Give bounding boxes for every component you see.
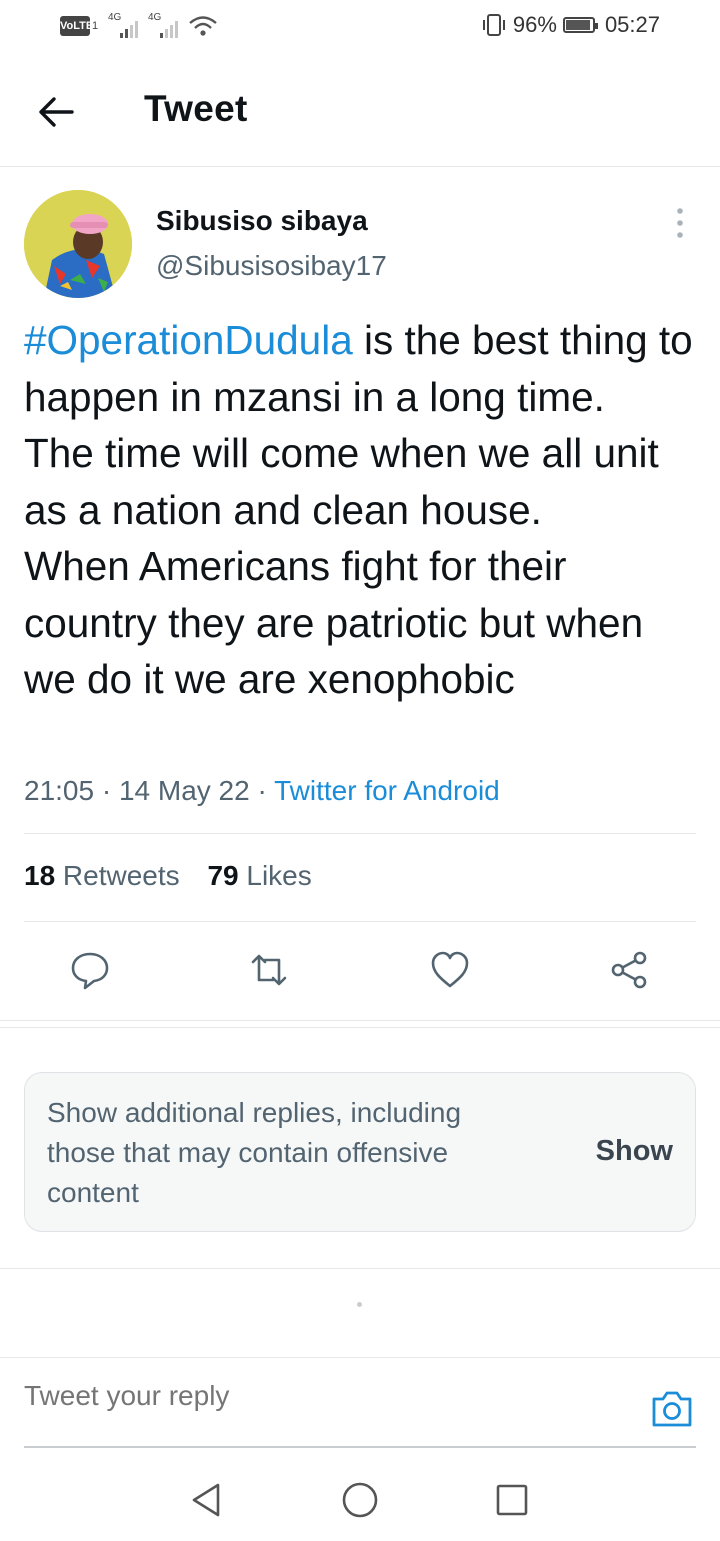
like-label: Likes <box>238 860 312 891</box>
battery-percent: 96% <box>512 12 557 37</box>
home-circle-icon[interactable] <box>340 1480 380 1520</box>
avatar-image <box>24 190 132 298</box>
more-options-icon[interactable] <box>670 206 690 240</box>
likes-stat[interactable]: 79 Likes <box>207 860 311 891</box>
recents-square-icon[interactable] <box>492 1480 532 1520</box>
reply-underline <box>24 1446 696 1448</box>
status-right: 96% 05:27 <box>481 12 660 38</box>
battery-icon <box>562 17 598 33</box>
camera-icon[interactable] <box>650 1388 694 1430</box>
section-separator <box>0 1020 720 1028</box>
arrow-left-icon[interactable] <box>36 92 76 132</box>
app-header: Tweet <box>0 56 720 167</box>
status-bar: VoLTE 1 4G 4G 96% 05:27 <box>0 0 720 56</box>
tweet-source-link[interactable]: Twitter for Android <box>274 775 500 806</box>
divider <box>0 1357 720 1358</box>
like-icon[interactable] <box>430 950 470 990</box>
tweet-text-part3: When Americans fight for their country t… <box>24 543 644 702</box>
like-count: 79 <box>207 860 239 891</box>
back-triangle-icon[interactable] <box>186 1480 226 1520</box>
tweet-meta: 21:05 · 14 May 22 · Twitter for Android <box>24 775 500 807</box>
vibrate-icon <box>482 14 505 36</box>
reply-input[interactable] <box>24 1380 624 1412</box>
retweet-count: 18 <box>24 860 56 891</box>
wifi-icon <box>189 16 217 36</box>
retweet-icon[interactable] <box>249 950 289 990</box>
tweet-text: #OperationDudula is the best thing to ha… <box>24 312 704 708</box>
divider <box>24 833 696 834</box>
hashtag-link[interactable]: #OperationDudula <box>24 317 353 363</box>
clock: 05:27 <box>604 12 660 37</box>
divider <box>0 1268 720 1269</box>
retweets-stat[interactable]: 18 Retweets <box>24 860 180 891</box>
avatar[interactable] <box>24 190 132 298</box>
signal-bars-2-icon <box>160 14 178 38</box>
additional-replies-card: Show additional replies, including those… <box>24 1072 696 1232</box>
author-handle[interactable]: @Sibusisosibay17 <box>156 250 387 282</box>
page-title: Tweet <box>144 88 248 129</box>
share-icon[interactable] <box>610 950 650 990</box>
tweet-text-part2: The time will come when we all unit as a… <box>24 430 659 533</box>
tweet-stats: 18 Retweets 79 Likes <box>24 860 312 892</box>
loading-dot <box>357 1302 362 1307</box>
retweet-label: Retweets <box>55 860 180 891</box>
author-name[interactable]: Sibusiso sibaya <box>156 205 368 237</box>
sim-indicator: 1 <box>92 20 99 32</box>
signal-bars-1-icon <box>120 14 138 38</box>
tweet-timestamp: 21:05 · 14 May 22 · <box>24 775 275 806</box>
volte-badge: VoLTE <box>60 16 93 36</box>
reply-icon[interactable] <box>70 950 110 990</box>
divider <box>24 921 696 922</box>
additional-replies-text: Show additional replies, including those… <box>47 1097 462 1208</box>
show-replies-button[interactable]: Show <box>596 1135 673 1168</box>
